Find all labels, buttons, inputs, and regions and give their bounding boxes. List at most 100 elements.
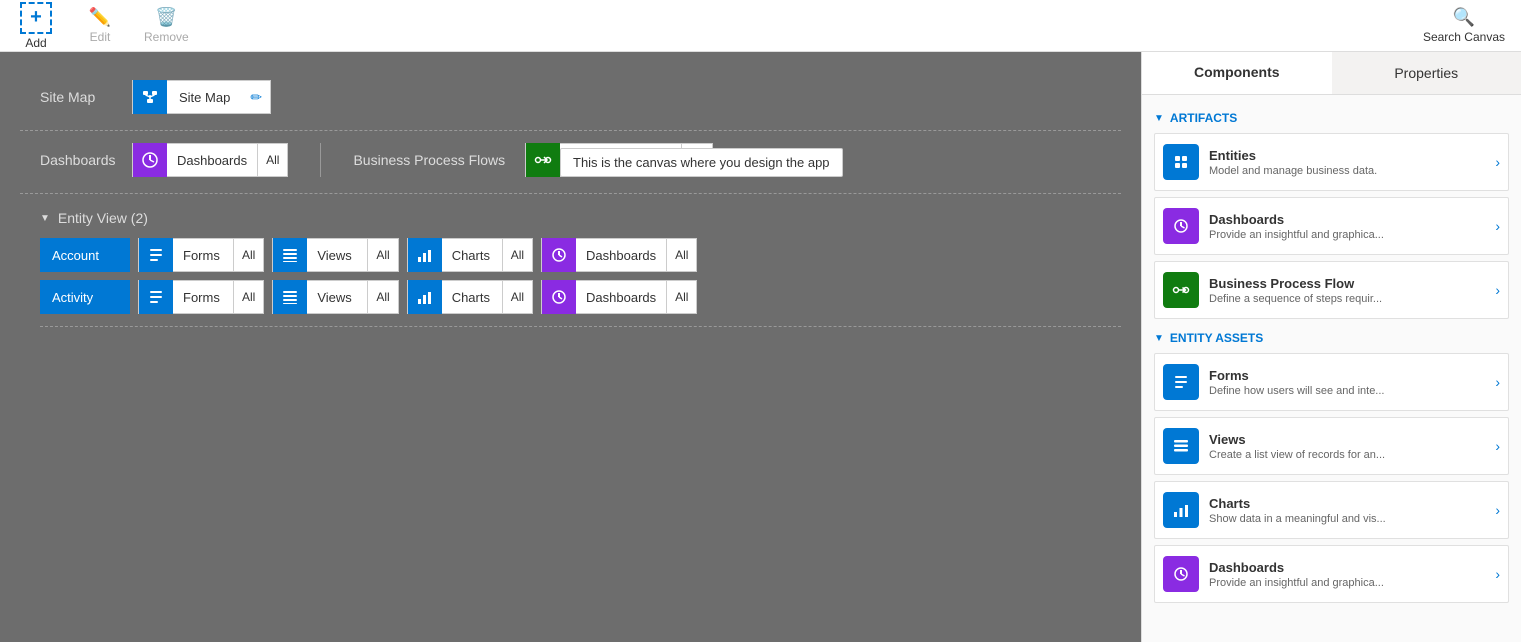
views-all[interactable]: All — [367, 239, 397, 271]
asset-block-dashboards[interactable]: DashboardsAll — [541, 238, 697, 272]
component-item-dashboards[interactable]: Dashboards Provide an insightful and gra… — [1154, 545, 1509, 603]
entity-chevron-icon: ▼ — [40, 213, 50, 224]
panel-tabs: Components Properties — [1142, 52, 1521, 95]
component-desc: Show data in a meaningful and vis... — [1209, 513, 1485, 525]
entity-view-header: ▼ Entity View (2) — [40, 202, 1121, 238]
main-layout: This is the canvas where you design the … — [0, 52, 1521, 642]
component-chevron-icon: › — [1495, 566, 1500, 582]
asset-block-forms[interactable]: FormsAll — [138, 238, 264, 272]
component-icon — [1163, 428, 1199, 464]
artifacts-label: ARTIFACTS — [1170, 111, 1237, 125]
entity-row: ActivityFormsAllViewsAllChartsAllDashboa… — [40, 280, 1121, 314]
component-info: Forms Define how users will see and inte… — [1209, 368, 1485, 397]
asset-block-forms[interactable]: FormsAll — [138, 280, 264, 314]
entity-assets-chevron-icon: ▼ — [1154, 333, 1164, 344]
views-all[interactable]: All — [367, 281, 397, 313]
remove-icon: 🗑️ — [155, 7, 177, 28]
dashboards-icon — [542, 238, 576, 272]
component-item-business-process-flow[interactable]: Business Process Flow Define a sequence … — [1154, 261, 1509, 319]
charts-label: Charts — [442, 248, 502, 263]
component-name: Business Process Flow — [1209, 276, 1485, 291]
entity-section: ▼ Entity View (2) AccountFormsAllViewsAl… — [20, 194, 1121, 327]
right-panel: Components Properties ▼ ARTIFACTS Entiti… — [1141, 52, 1521, 642]
artifacts-chevron-icon: ▼ — [1154, 113, 1164, 124]
component-name: Charts — [1209, 496, 1485, 511]
edit-button[interactable]: ✏️ Edit — [80, 7, 120, 44]
dashboards-text: Dashboards — [167, 153, 257, 168]
dashboards-icon — [542, 280, 576, 314]
row-divider — [320, 143, 321, 177]
site-map-edit-icon[interactable]: ✏ — [242, 89, 270, 106]
asset-block-charts[interactable]: ChartsAll — [407, 280, 533, 314]
forms-all[interactable]: All — [233, 281, 263, 313]
entity-name-activity[interactable]: Activity — [40, 280, 130, 314]
charts-all[interactable]: All — [502, 281, 532, 313]
component-info: Charts Show data in a meaningful and vis… — [1209, 496, 1485, 525]
component-chevron-icon: › — [1495, 502, 1500, 518]
site-map-text: Site Map — [167, 90, 242, 105]
dashboards-all[interactable]: All — [666, 281, 696, 313]
toolbar: + Add ✏️ Edit 🗑️ Remove 🔍 Search Canvas — [0, 0, 1521, 52]
asset-block-views[interactable]: ViewsAll — [272, 280, 398, 314]
component-name: Entities — [1209, 148, 1485, 163]
component-chevron-icon: › — [1495, 282, 1500, 298]
component-desc: Model and manage business data. — [1209, 165, 1485, 177]
component-icon — [1163, 364, 1199, 400]
asset-block-charts[interactable]: ChartsAll — [407, 238, 533, 272]
panel-content: ▼ ARTIFACTS Entities Model and manage bu… — [1142, 95, 1521, 642]
component-icon — [1163, 144, 1199, 180]
entity-assets-label: ENTITY ASSETS — [1170, 331, 1263, 345]
forms-all[interactable]: All — [233, 239, 263, 271]
entity-view-label: Entity View (2) — [58, 210, 148, 226]
add-label: Add — [25, 36, 46, 50]
forms-label: Forms — [173, 248, 233, 263]
views-label: Views — [307, 290, 367, 305]
add-icon: + — [20, 2, 52, 34]
search-icon: 🔍 — [1453, 7, 1475, 28]
dashboards-label: Dashboards — [40, 152, 120, 168]
component-icon — [1163, 556, 1199, 592]
views-label: Views — [307, 248, 367, 263]
remove-label: Remove — [144, 30, 189, 44]
component-desc: Create a list view of records for an... — [1209, 449, 1485, 461]
component-desc: Provide an insightful and graphica... — [1209, 229, 1485, 241]
charts-all[interactable]: All — [502, 239, 532, 271]
component-chevron-icon: › — [1495, 218, 1500, 234]
component-item-dashboards[interactable]: Dashboards Provide an insightful and gra… — [1154, 197, 1509, 255]
search-canvas-label: Search Canvas — [1423, 30, 1505, 44]
component-desc: Define how users will see and inte... — [1209, 385, 1485, 397]
component-icon — [1163, 272, 1199, 308]
tab-properties[interactable]: Properties — [1332, 52, 1521, 94]
charts-icon — [408, 238, 442, 272]
component-item-views[interactable]: Views Create a list view of records for … — [1154, 417, 1509, 475]
canvas: This is the canvas where you design the … — [0, 52, 1141, 642]
add-button[interactable]: + Add — [16, 2, 56, 50]
component-item-entities[interactable]: Entities Model and manage business data.… — [1154, 133, 1509, 191]
site-map-row: Site Map Site Map ✏ — [20, 68, 1121, 131]
artifacts-header: ▼ ARTIFACTS — [1154, 111, 1509, 125]
remove-button[interactable]: 🗑️ Remove — [144, 7, 189, 44]
component-name: Dashboards — [1209, 560, 1485, 575]
charts-icon — [408, 280, 442, 314]
entity-rows: AccountFormsAllViewsAllChartsAllDashboar… — [40, 238, 1121, 327]
artifacts-list: Entities Model and manage business data.… — [1154, 133, 1509, 319]
entity-assets-list: Forms Define how users will see and inte… — [1154, 353, 1509, 603]
dashboards-all[interactable]: All — [257, 144, 287, 176]
entity-name-account[interactable]: Account — [40, 238, 130, 272]
dashboards-all[interactable]: All — [666, 239, 696, 271]
component-item-charts[interactable]: Charts Show data in a meaningful and vis… — [1154, 481, 1509, 539]
dashboards-block[interactable]: Dashboards All — [132, 143, 288, 177]
tab-components[interactable]: Components — [1142, 52, 1332, 94]
dashboards-label: Dashboards — [576, 290, 666, 305]
component-icon — [1163, 208, 1199, 244]
component-info: Dashboards Provide an insightful and gra… — [1209, 560, 1485, 589]
search-canvas-button[interactable]: 🔍 Search Canvas — [1423, 7, 1505, 44]
component-item-forms[interactable]: Forms Define how users will see and inte… — [1154, 353, 1509, 411]
component-desc: Provide an insightful and graphica... — [1209, 577, 1485, 589]
asset-block-views[interactable]: ViewsAll — [272, 238, 398, 272]
asset-block-dashboards[interactable]: DashboardsAll — [541, 280, 697, 314]
entity-row: AccountFormsAllViewsAllChartsAllDashboar… — [40, 238, 1121, 272]
site-map-block[interactable]: Site Map ✏ — [132, 80, 271, 114]
component-icon — [1163, 492, 1199, 528]
forms-icon — [139, 238, 173, 272]
